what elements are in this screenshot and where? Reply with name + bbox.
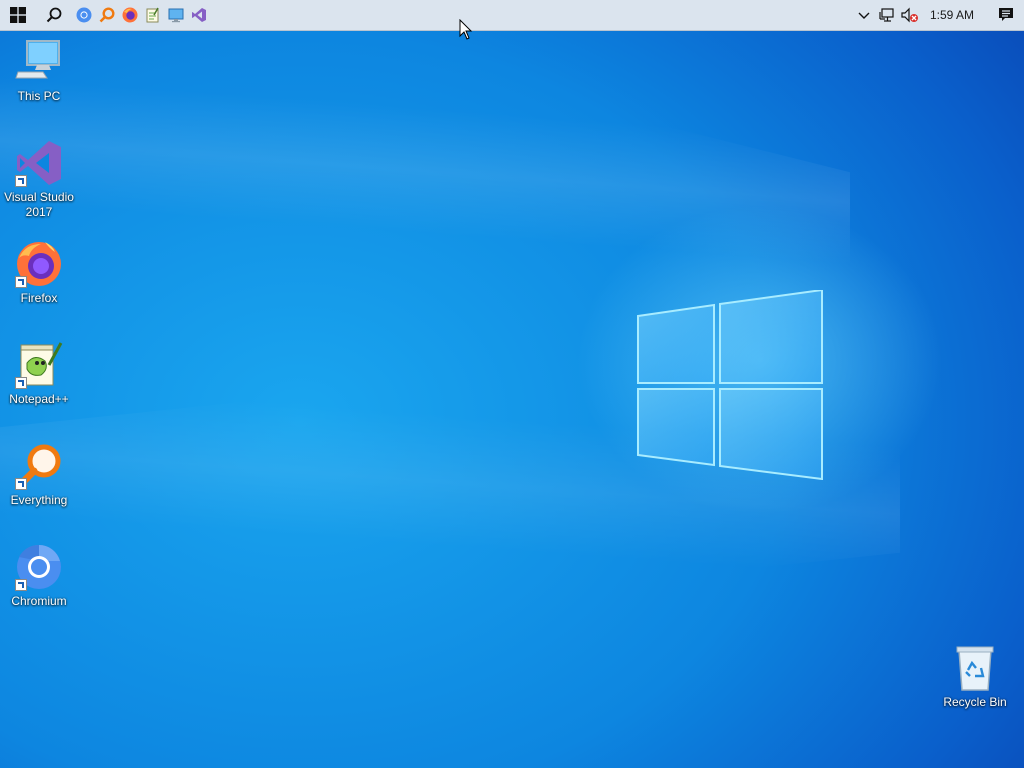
taskbar-clock[interactable]: 1:59 AM [922, 8, 988, 22]
mouse-cursor-icon [459, 19, 473, 40]
taskbar-remote-desktop-button[interactable] [164, 0, 187, 30]
desktop-icon-firefox[interactable]: Firefox [1, 240, 77, 306]
desktop-icon-everything[interactable]: Everything [1, 442, 77, 508]
chromium-icon [76, 7, 91, 23]
shortcut-arrow-icon [15, 579, 27, 591]
taskbar-notepad-plus-plus-button[interactable] [141, 0, 164, 30]
network-button[interactable] [876, 0, 899, 30]
desktop-icon-label: Firefox [20, 291, 58, 305]
desktop-icon-label: Recycle Bin [943, 695, 1007, 709]
action-center-button[interactable] [988, 0, 1024, 30]
taskbar: 1:59 AM [0, 0, 1024, 31]
monitor-icon [168, 8, 183, 23]
windows-logo-icon [10, 7, 26, 23]
system-tray: 1:59 AM [853, 0, 1024, 30]
search-icon [46, 7, 62, 23]
desktop-icon-label: Visual Studio 2017 [4, 190, 74, 219]
desktop-icon-notepad-plus-plus[interactable]: Notepad++ [1, 341, 77, 407]
start-button[interactable] [0, 0, 36, 30]
visual-studio-icon [191, 8, 206, 22]
desktop-icon-chromium[interactable]: Chromium [1, 543, 77, 609]
show-hidden-icons-button[interactable] [853, 0, 876, 30]
desktop-icon-recycle-bin[interactable]: Recycle Bin [937, 644, 1013, 710]
chevron-up-icon [858, 12, 870, 19]
volume-button[interactable] [899, 0, 922, 30]
desktop-icon-label: Everything [10, 493, 68, 507]
desktop-icon-label: Notepad++ [9, 392, 69, 406]
notepad-plus-plus-icon [146, 7, 159, 23]
taskbar-everything-button[interactable] [95, 0, 118, 30]
taskbar-visual-studio-button[interactable] [187, 0, 210, 30]
firefox-icon [122, 7, 137, 23]
computer-icon [15, 40, 60, 79]
desktop-icon-label: This PC [17, 89, 61, 103]
search-button[interactable] [36, 0, 72, 30]
desktop-icon-visual-studio[interactable]: Visual Studio 2017 [1, 139, 77, 220]
wallpaper-windows-logo [637, 290, 823, 480]
desktop-icon-this-pc[interactable]: This PC [1, 38, 77, 104]
desktop-icon-label: Chromium [11, 594, 67, 608]
everything-icon [99, 7, 115, 23]
shortcut-arrow-icon [15, 478, 27, 490]
taskbar-chromium-button[interactable] [72, 0, 95, 30]
shortcut-arrow-icon [15, 175, 27, 187]
taskbar-firefox-button[interactable] [118, 0, 141, 30]
network-icon [879, 8, 895, 22]
recycle-bin-icon [956, 646, 994, 691]
shortcut-arrow-icon [15, 377, 27, 389]
volume-muted-icon [901, 7, 919, 23]
action-center-icon [999, 8, 1013, 21]
shortcut-arrow-icon [15, 276, 27, 288]
